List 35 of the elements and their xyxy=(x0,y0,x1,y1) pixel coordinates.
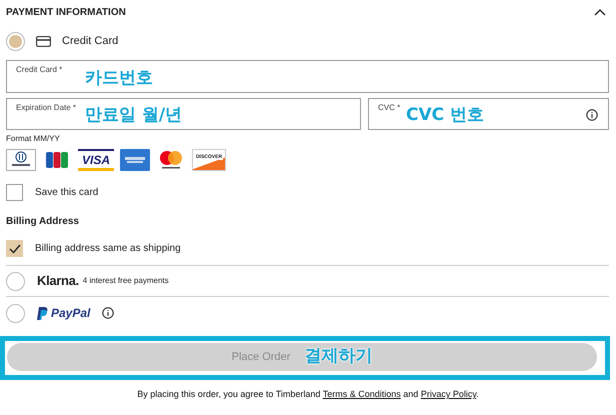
terms-link[interactable]: Terms & Conditions xyxy=(322,389,401,399)
annotation: CVC 번호 xyxy=(406,104,484,127)
annotation: 카드번호 xyxy=(85,67,153,90)
credit-card-icon xyxy=(36,36,51,47)
klarna-logo: Klarna. xyxy=(37,272,79,290)
paypal-logo: PayPal xyxy=(51,305,90,322)
billing-heading: Billing Address xyxy=(6,215,80,229)
checkbox[interactable] xyxy=(6,240,23,257)
agreement-text: By placing this order, you agree to Timberland Terms & Conditions and Privacy Policy. xyxy=(136,388,480,401)
input-field[interactable]: Expiration Date * 만료일 월/년 xyxy=(6,98,361,130)
radio-button[interactable] xyxy=(6,304,25,322)
method-note: 4 interest free payments xyxy=(82,275,169,287)
card-logo-icon xyxy=(6,149,36,171)
format-hint: Format MM/YY xyxy=(6,133,61,145)
section-title: PAYMENT INFORMATION xyxy=(6,6,126,20)
info-icon[interactable] xyxy=(586,109,598,121)
field-label: Expiration Date * xyxy=(16,102,76,114)
checkbox-label: Billing address same as shipping xyxy=(35,242,181,256)
paypal-icon xyxy=(37,306,48,320)
radio-button[interactable] xyxy=(6,272,25,290)
input-field[interactable]: CVC * CVC 번호 xyxy=(368,98,609,130)
field-label: Credit Card * xyxy=(16,64,62,76)
radio-button[interactable] xyxy=(6,32,25,51)
input-field[interactable]: Credit Card * 카드번호 xyxy=(6,60,609,93)
chevron-up-icon[interactable] xyxy=(594,8,606,16)
check-icon xyxy=(8,242,20,254)
field-label: CVC * xyxy=(378,102,400,114)
method-label: Credit Card xyxy=(62,34,118,50)
privacy-link[interactable]: Privacy Policy xyxy=(420,389,476,399)
info-icon[interactable] xyxy=(102,307,114,319)
card-logo-icon xyxy=(120,149,150,171)
annotation: 만료일 월/년 xyxy=(85,104,182,127)
checkbox-label: Save this card xyxy=(35,186,98,200)
checkbox[interactable] xyxy=(6,184,23,201)
visa-logo: VISA xyxy=(78,149,114,171)
